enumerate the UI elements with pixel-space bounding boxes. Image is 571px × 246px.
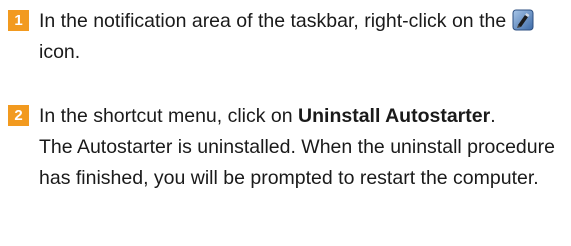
step-number-badge: 1 [8, 10, 29, 31]
step-2-instruction-prefix: In the shortcut menu, click on [39, 105, 293, 127]
step-1-text-after-icon: icon. [39, 41, 81, 63]
step-1: 1 In the notification area of the taskba… [8, 6, 565, 68]
autostarter-tray-icon [512, 9, 534, 31]
menu-item-uninstall-autostarter: Uninstall Autostarter [298, 105, 491, 127]
step-2-instruction: In the shortcut menu, click on Uninstall… [39, 101, 565, 132]
step-2-instruction-suffix: . [490, 105, 496, 127]
step-2-text: In the shortcut menu, click on Uninstall… [39, 101, 565, 194]
step-2: 2 In the shortcut menu, click on Uninsta… [8, 101, 565, 194]
step-number-badge: 2 [8, 105, 29, 126]
step-2-result: The Autostarter is uninstalled. When the… [39, 136, 555, 189]
step-1-text: In the notification area of the taskbar,… [39, 6, 565, 68]
step-1-text-before-icon: In the notification area of the taskbar,… [39, 10, 507, 32]
